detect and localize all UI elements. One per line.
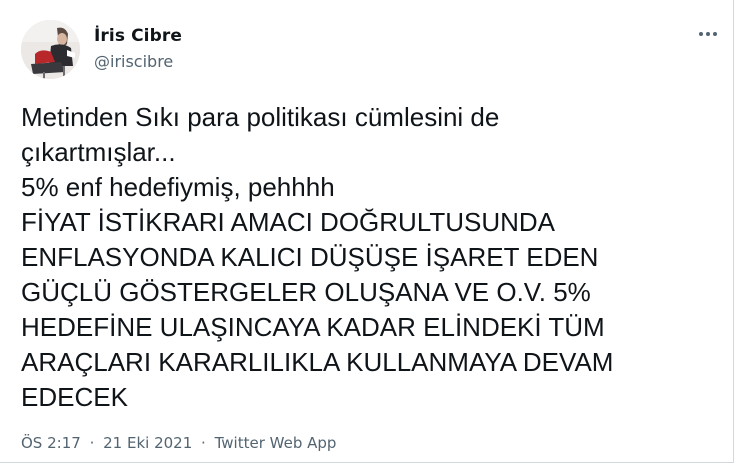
meta-separator: · (201, 434, 206, 452)
tweet-source[interactable]: Twitter Web App (215, 434, 337, 452)
tweet-text-line: EDECEK (21, 382, 128, 412)
meta-separator: · (89, 434, 95, 452)
profile-photo (21, 20, 80, 79)
tweet-text-line: ARAÇLARI KARARLILIKLA KULLANMAYA DEVAM (21, 347, 614, 377)
tweet-text-line: Metinden Sıkı para politikası cümlesini … (21, 102, 500, 132)
tweet-time[interactable]: ÖS 2:17 (21, 434, 81, 452)
tweet-metadata: ÖS 2:17 · 21 Eki 2021 · Twitter Web App (21, 434, 336, 452)
tweet-text-line: 5% enf hedefiymiş, pehhhh (21, 172, 335, 202)
tweet-text-line: FİYAT İSTİKRARI AMACI DOĞRULTUSUNDA (21, 207, 556, 237)
author-name[interactable]: İris Cibre (94, 26, 182, 46)
tweet-text-line: GÜÇLÜ GÖSTERGELER OLUŞANA VE O.V. 5% (21, 277, 591, 307)
tweet-text-line: çıkartmışlar... (21, 137, 176, 167)
author-handle[interactable]: @iriscibre (94, 52, 173, 71)
tweet-text-line: ENFLASYONDA KALICI DÜŞÜŞE İŞARET EDEN (21, 242, 599, 272)
more-horizontal-icon[interactable] (697, 26, 719, 42)
tweet-card: İris Cibre @iriscibre Metinden Sıkı para… (0, 0, 734, 463)
avatar[interactable] (21, 20, 80, 79)
tweet-header: İris Cibre @iriscibre (21, 20, 721, 80)
tweet-text-line: HEDEFİNE ULAŞINCAYA KADAR ELİNDEKİ TÜM (21, 312, 605, 342)
tweet-date[interactable]: 21 Eki 2021 (103, 434, 192, 452)
tweet-text: Metinden Sıkı para politikası cümlesini … (21, 100, 721, 415)
